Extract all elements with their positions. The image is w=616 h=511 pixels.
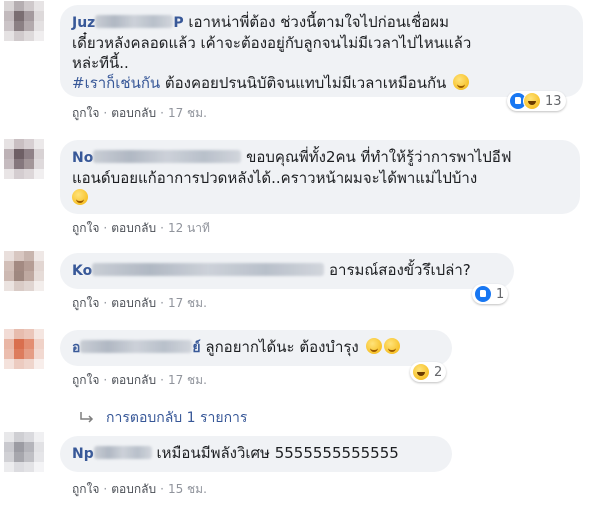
reply-link[interactable]: ตอบกลับ (111, 373, 156, 387)
reaction-count: 2 (434, 364, 443, 380)
timestamp[interactable]: 15 ชม. (168, 482, 207, 496)
comment-author[interactable]: No (72, 150, 242, 166)
reply-link[interactable]: ตอบกลับ (111, 106, 156, 120)
haha-reaction-icon (523, 92, 541, 110)
hashtag-link[interactable]: #เราก็เช่นกัน (72, 74, 160, 92)
reply-link[interactable]: ตอบกลับ (111, 482, 156, 496)
avatar[interactable] (4, 1, 44, 41)
comment-text: ลูกอยากได้นะ ต้องบำรุง (205, 338, 359, 356)
like-link[interactable]: ถูกใจ (72, 296, 99, 310)
replies-count-label: การตอบกลับ 1 รายการ (106, 410, 248, 426)
comment-text-line-3: หล่ะทีนี้.. (72, 54, 129, 72)
comment-actions: ถูกใจ · ตอบกลับ · 15 ชม. (72, 482, 207, 496)
comment-text-line-2: แอนด์บอยแก้อาการปวดหลังได้..คราวหน้าผมจะ… (72, 169, 478, 187)
reply-link[interactable]: ตอบกลับ (111, 296, 156, 310)
reaction-summary[interactable]: 2 (410, 362, 447, 382)
like-link[interactable]: ถูกใจ (72, 221, 99, 235)
avatar[interactable] (4, 251, 44, 291)
timestamp[interactable]: 17 ชม. (168, 296, 207, 310)
expressionless-emoji-icon (453, 74, 470, 90)
avatar[interactable] (4, 329, 44, 369)
comment-bubble: Np เหมือนมีพลังวิเศษ 5555555555555 (60, 436, 452, 472)
comment-actions: ถูกใจ · ตอบกลับ · 17 ชม. (72, 373, 207, 387)
comment-bubble: Ko อารมณ์สองขั้วรึเปล่า? (60, 253, 514, 289)
comment-actions: ถูกใจ · ตอบกลับ · 17 ชม. (72, 106, 207, 120)
comment-bubble: No ขอบคุณพี่ทั้ง2คน ที่ทำให้รู้ว่าการพาไ… (60, 140, 580, 214)
reaction-count: 1 (496, 286, 505, 302)
timestamp[interactable]: 17 ชม. (168, 373, 207, 387)
timestamp[interactable]: 12 นาที (168, 221, 210, 235)
comment-bubble: Juz P เอาหน่าพี่ต้อง ช่วงนี้ตามใจไปก่อนเช… (60, 5, 583, 97)
comment-text-line-2: เดี๋ยวหลังคลอดแล้ว เค้าจะต้องอยู่กับลูกจ… (72, 34, 472, 52)
avatar[interactable] (4, 432, 44, 472)
timestamp[interactable]: 17 ชม. (168, 106, 207, 120)
haha-reaction-icon (412, 363, 430, 381)
reply-link[interactable]: ตอบกลับ (111, 221, 156, 235)
like-link[interactable]: ถูกใจ (72, 482, 99, 496)
grinning-emoji-icon (365, 338, 382, 354)
comment-author[interactable]: Ko (72, 263, 325, 279)
like-reaction-icon (474, 285, 492, 303)
reply-arrow-icon (80, 412, 94, 423)
comment-actions: ถูกใจ · ตอบกลับ · 12 นาที (72, 221, 210, 235)
comment-text-line-1: เอาหน่าพี่ต้อง ช่วงนี้ตามใจไปก่อนเชื่อผม (188, 13, 449, 31)
like-link[interactable]: ถูกใจ (72, 373, 99, 387)
reaction-count: 13 (545, 93, 562, 109)
view-replies-link[interactable]: การตอบกลับ 1 รายการ (78, 407, 247, 429)
reaction-summary[interactable]: 13 (507, 91, 566, 111)
comment-text: เหมือนมีพลังวิเศษ 5555555555555 (156, 444, 399, 462)
grinning-emoji-icon (72, 189, 88, 205)
comment-text: อารมณ์สองขั้วรึเปล่า? (329, 261, 471, 279)
avatar[interactable] (4, 139, 44, 179)
comment-text-line-4: ต้องคอยปรนนิบัติจนแทบไม่มีเวลาเหมือนกัน (160, 74, 447, 92)
comment-actions: ถูกใจ · ตอบกลับ · 17 ชม. (72, 296, 207, 310)
comment-author[interactable]: Juz P (72, 15, 184, 31)
comment-bubble: อย์ ลูกอยากได้นะ ต้องบำรุง (60, 330, 452, 366)
reaction-summary[interactable]: 1 (472, 284, 509, 304)
like-link[interactable]: ถูกใจ (72, 106, 99, 120)
comment-text-line-1: ขอบคุณพี่ทั้ง2คน ที่ทำให้รู้ว่าการพาไปอี… (246, 148, 512, 166)
comment-author[interactable]: อย์ (72, 340, 201, 356)
grinning-emoji-icon (383, 338, 400, 354)
comment-author[interactable]: Np (72, 446, 152, 462)
